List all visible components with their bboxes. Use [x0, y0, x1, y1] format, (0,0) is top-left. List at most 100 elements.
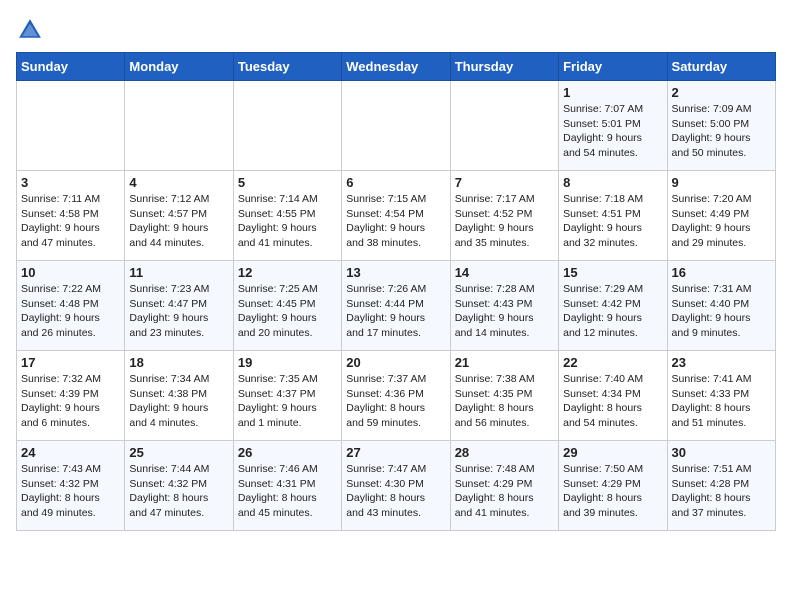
day-info: Sunrise: 7:14 AM Sunset: 4:55 PM Dayligh…	[238, 192, 337, 251]
day-number: 22	[563, 355, 662, 370]
day-number: 27	[346, 445, 445, 460]
day-number: 8	[563, 175, 662, 190]
calendar-cell: 26 Sunrise: 7:46 AM Sunset: 4:31 PM Dayli…	[233, 441, 341, 531]
calendar-cell: 13Sunrise: 7:26 AM Sunset: 4:44 PM Dayli…	[342, 261, 450, 351]
day-info: Sunrise: 7:20 AM Sunset: 4:49 PM Dayligh…	[672, 192, 771, 251]
day-info: Sunrise: 7:35 AM Sunset: 4:37 PM Dayligh…	[238, 372, 337, 431]
weekday-header-wednesday: Wednesday	[342, 53, 450, 81]
calendar-cell: 11 Sunrise: 7:23 AM Sunset: 4:47 PM Dayli…	[125, 261, 233, 351]
calendar-cell: 8 Sunrise: 7:18 AM Sunset: 4:51 PM Daylig…	[559, 171, 667, 261]
day-number: 18	[129, 355, 228, 370]
day-number: 4	[129, 175, 228, 190]
calendar-cell: 22 Sunrise: 7:40 AM Sunset: 4:34 PM Dayli…	[559, 351, 667, 441]
day-number: 6	[346, 175, 445, 190]
calendar-cell	[450, 81, 558, 171]
day-number: 3	[21, 175, 120, 190]
day-info: Sunrise: 7:11 AM Sunset: 4:58 PM Dayligh…	[21, 192, 120, 251]
day-info: Sunrise: 7:47 AM Sunset: 4:30 PM Dayligh…	[346, 462, 445, 521]
day-number: 21	[455, 355, 554, 370]
day-info: Sunrise: 7:32 AM Sunset: 4:39 PM Dayligh…	[21, 372, 120, 431]
calendar-cell: 30 Sunrise: 7:51 AM Sunset: 4:28 PM Dayli…	[667, 441, 775, 531]
calendar-cell: 7 Sunrise: 7:17 AM Sunset: 4:52 PM Daylig…	[450, 171, 558, 261]
logo-icon	[16, 16, 44, 44]
day-number: 16	[672, 265, 771, 280]
day-number: 14	[455, 265, 554, 280]
calendar-cell: 5 Sunrise: 7:14 AM Sunset: 4:55 PM Daylig…	[233, 171, 341, 261]
calendar-cell: 14 Sunrise: 7:28 AM Sunset: 4:43 PM Dayli…	[450, 261, 558, 351]
day-info: Sunrise: 7:43 AM Sunset: 4:32 PM Dayligh…	[21, 462, 120, 521]
day-info: Sunrise: 7:07 AM Sunset: 5:01 PM Dayligh…	[563, 102, 662, 161]
calendar-cell: 23 Sunrise: 7:41 AM Sunset: 4:33 PM Dayli…	[667, 351, 775, 441]
day-number: 5	[238, 175, 337, 190]
day-info: Sunrise: 7:34 AM Sunset: 4:38 PM Dayligh…	[129, 372, 228, 431]
calendar-cell	[17, 81, 125, 171]
weekday-header-monday: Monday	[125, 53, 233, 81]
day-info: Sunrise: 7:17 AM Sunset: 4:52 PM Dayligh…	[455, 192, 554, 251]
day-info: Sunrise: 7:23 AM Sunset: 4:47 PM Dayligh…	[129, 282, 228, 341]
day-info: Sunrise: 7:51 AM Sunset: 4:28 PM Dayligh…	[672, 462, 771, 521]
calendar-cell	[342, 81, 450, 171]
calendar-cell: 18 Sunrise: 7:34 AM Sunset: 4:38 PM Dayli…	[125, 351, 233, 441]
day-number: 30	[672, 445, 771, 460]
day-number: 15	[563, 265, 662, 280]
day-number: 1	[563, 85, 662, 100]
day-number: 10	[21, 265, 120, 280]
day-number: 19	[238, 355, 337, 370]
day-info: Sunrise: 7:46 AM Sunset: 4:31 PM Dayligh…	[238, 462, 337, 521]
calendar-cell: 3 Sunrise: 7:11 AM Sunset: 4:58 PM Daylig…	[17, 171, 125, 261]
day-info: Sunrise: 7:26 AM Sunset: 4:44 PM Dayligh…	[346, 282, 445, 341]
calendar-cell: 4 Sunrise: 7:12 AM Sunset: 4:57 PM Daylig…	[125, 171, 233, 261]
calendar-cell: 25 Sunrise: 7:44 AM Sunset: 4:32 PM Dayli…	[125, 441, 233, 531]
calendar-cell: 10 Sunrise: 7:22 AM Sunset: 4:48 PM Dayli…	[17, 261, 125, 351]
day-number: 9	[672, 175, 771, 190]
day-info: Sunrise: 7:12 AM Sunset: 4:57 PM Dayligh…	[129, 192, 228, 251]
day-number: 25	[129, 445, 228, 460]
calendar-cell	[233, 81, 341, 171]
calendar-cell: 9 Sunrise: 7:20 AM Sunset: 4:49 PM Daylig…	[667, 171, 775, 261]
weekday-header-sunday: Sunday	[17, 53, 125, 81]
weekday-header-saturday: Saturday	[667, 53, 775, 81]
day-info: Sunrise: 7:31 AM Sunset: 4:40 PM Dayligh…	[672, 282, 771, 341]
weekday-header-friday: Friday	[559, 53, 667, 81]
day-info: Sunrise: 7:48 AM Sunset: 4:29 PM Dayligh…	[455, 462, 554, 521]
weekday-header-thursday: Thursday	[450, 53, 558, 81]
day-info: Sunrise: 7:50 AM Sunset: 4:29 PM Dayligh…	[563, 462, 662, 521]
calendar-cell: 15 Sunrise: 7:29 AM Sunset: 4:42 PM Dayli…	[559, 261, 667, 351]
calendar-cell: 1 Sunrise: 7:07 AM Sunset: 5:01 PM Daylig…	[559, 81, 667, 171]
day-number: 11	[129, 265, 228, 280]
day-info: Sunrise: 7:28 AM Sunset: 4:43 PM Dayligh…	[455, 282, 554, 341]
day-info: Sunrise: 7:44 AM Sunset: 4:32 PM Dayligh…	[129, 462, 228, 521]
page-header	[16, 16, 776, 44]
calendar-cell: 19 Sunrise: 7:35 AM Sunset: 4:37 PM Dayli…	[233, 351, 341, 441]
day-number: 28	[455, 445, 554, 460]
calendar-cell: 27 Sunrise: 7:47 AM Sunset: 4:30 PM Dayli…	[342, 441, 450, 531]
day-info: Sunrise: 7:40 AM Sunset: 4:34 PM Dayligh…	[563, 372, 662, 431]
day-number: 29	[563, 445, 662, 460]
day-number: 2	[672, 85, 771, 100]
calendar-cell: 17 Sunrise: 7:32 AM Sunset: 4:39 PM Dayli…	[17, 351, 125, 441]
calendar-cell: 6 Sunrise: 7:15 AM Sunset: 4:54 PM Daylig…	[342, 171, 450, 261]
logo	[16, 16, 48, 44]
day-number: 17	[21, 355, 120, 370]
day-number: 23	[672, 355, 771, 370]
calendar-table: SundayMondayTuesdayWednesdayThursdayFrid…	[16, 52, 776, 531]
day-info: Sunrise: 7:29 AM Sunset: 4:42 PM Dayligh…	[563, 282, 662, 341]
day-info: Sunrise: 7:37 AM Sunset: 4:36 PM Dayligh…	[346, 372, 445, 431]
day-info: Sunrise: 7:15 AM Sunset: 4:54 PM Dayligh…	[346, 192, 445, 251]
day-number: 12	[238, 265, 337, 280]
calendar-cell: 28 Sunrise: 7:48 AM Sunset: 4:29 PM Dayli…	[450, 441, 558, 531]
calendar-cell: 21Sunrise: 7:38 AM Sunset: 4:35 PM Dayli…	[450, 351, 558, 441]
day-info: Sunrise: 7:18 AM Sunset: 4:51 PM Dayligh…	[563, 192, 662, 251]
day-info: Sunrise: 7:22 AM Sunset: 4:48 PM Dayligh…	[21, 282, 120, 341]
day-info: Sunrise: 7:09 AM Sunset: 5:00 PM Dayligh…	[672, 102, 771, 161]
day-number: 24	[21, 445, 120, 460]
calendar-cell: 16 Sunrise: 7:31 AM Sunset: 4:40 PM Dayli…	[667, 261, 775, 351]
calendar-cell: 2 Sunrise: 7:09 AM Sunset: 5:00 PM Daylig…	[667, 81, 775, 171]
day-number: 20	[346, 355, 445, 370]
weekday-header-tuesday: Tuesday	[233, 53, 341, 81]
day-number: 7	[455, 175, 554, 190]
day-number: 26	[238, 445, 337, 460]
day-info: Sunrise: 7:25 AM Sunset: 4:45 PM Dayligh…	[238, 282, 337, 341]
calendar-cell: 12 Sunrise: 7:25 AM Sunset: 4:45 PM Dayli…	[233, 261, 341, 351]
day-info: Sunrise: 7:41 AM Sunset: 4:33 PM Dayligh…	[672, 372, 771, 431]
